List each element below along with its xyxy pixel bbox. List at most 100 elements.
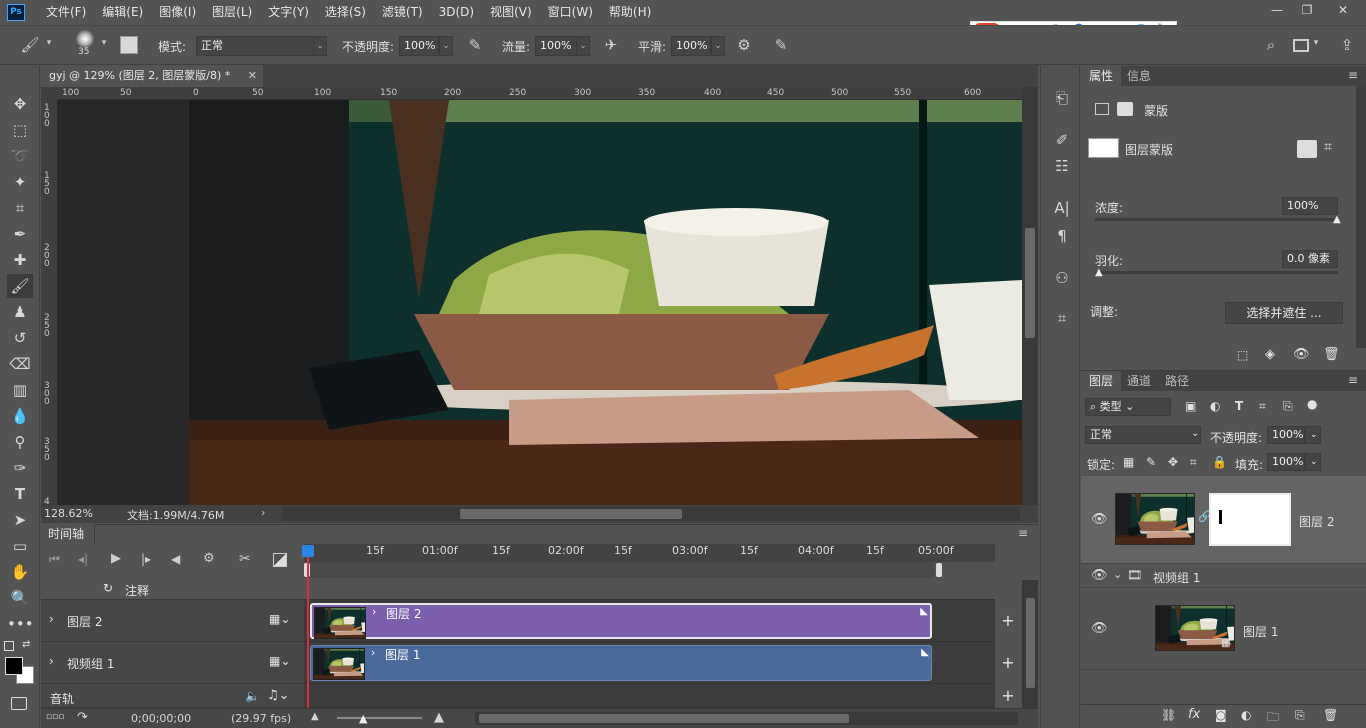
more-tools-icon[interactable]: ••• [7,612,34,636]
clone-source-icon[interactable]: ⚇ [1052,268,1072,288]
clip-expand-icon[interactable]: › [372,605,376,618]
clip-expand-icon[interactable]: › [371,646,375,659]
fill-input[interactable]: 100% [1267,453,1305,471]
menu-edit[interactable]: 编辑(E) [94,0,151,25]
close-button[interactable]: ✕ [1328,0,1358,22]
settings-gear-icon[interactable]: ⚙ [203,551,215,566]
frame-mode-icon[interactable]: ▫▫▫ [46,712,64,722]
expand-chevron-icon[interactable]: › [49,612,54,626]
delete-layer-icon[interactable]: 🗑 [1323,708,1338,722]
character-icon[interactable]: A| [1052,198,1072,218]
audio-track-row[interactable]: 音轨 🔈 ♫⌄ [41,684,304,708]
crop-tool-icon[interactable]: ⌗ [7,196,33,220]
split-scissors-icon[interactable]: ✂ [239,551,251,567]
gradient-tool-icon[interactable]: ▥ [7,378,33,402]
tab-paths[interactable]: 路径 [1157,371,1197,391]
brush-settings-icon[interactable]: ✐ [1052,130,1072,150]
filter-shape-icon[interactable]: ⌗ [1259,399,1266,414]
crop-panel-icon[interactable]: ⌗ [1052,308,1072,328]
healing-brush-icon[interactable]: ✚ [7,248,33,272]
eraser-icon[interactable]: ⌫ [7,352,33,376]
layer-row-layer1[interactable]: 👁 ▦ 图层 1 [1081,588,1366,670]
music-note-icon[interactable]: ♫⌄ [267,688,290,703]
opacity-dropdown-icon[interactable]: ⌄ [439,36,453,56]
zoom-out-icon[interactable]: ▲ [311,711,319,722]
menu-image[interactable]: 图像(I) [151,0,204,25]
menu-view[interactable]: 视图(V) [482,0,540,25]
work-area-end-handle[interactable] [936,563,942,577]
swap-colors-icon[interactable]: ⇄ [22,639,30,650]
smoothing-input[interactable]: 100% [671,36,711,56]
history-icon[interactable]: ⎗ [1052,88,1072,108]
brush-preset-dropdown-icon[interactable]: ▾ [99,38,109,48]
expand-chevron-icon[interactable]: › [49,654,54,668]
filter-smart-object-icon[interactable]: ⎘ [1283,399,1293,414]
filter-adjustment-icon[interactable]: ◐ [1210,399,1220,413]
lock-position-icon[interactable]: ✥ [1168,455,1178,469]
clip-menu-icon[interactable]: ◣ [920,606,928,617]
eyedropper-icon[interactable]: ✒ [7,222,33,246]
play-icon[interactable]: ▶ [111,551,121,566]
document-image[interactable] [189,100,1022,505]
layer-filter-select[interactable]: ⌕ 类型 ⌄ [1085,398,1171,416]
playhead-handle[interactable] [302,545,314,557]
canvas-horizontal-scroll-thumb[interactable] [460,509,682,519]
transition-icon[interactable] [273,553,287,567]
panel-menu-icon[interactable]: ≡ [1018,526,1028,540]
timeline-horizontal-thumb[interactable] [479,714,849,723]
magic-wand-icon[interactable]: ✦ [7,170,33,194]
add-mask-icon[interactable]: ◙ [1215,708,1227,722]
density-slider-thumb[interactable]: ▲ [1333,214,1341,225]
mode-select[interactable]: 正常 [196,36,314,56]
load-selection-icon[interactable]: ⬚ [1237,348,1248,362]
pen-tool-icon[interactable]: ✑ [7,456,33,480]
density-input[interactable]: 100% [1282,197,1338,215]
mode-dropdown-icon[interactable]: ⌄ [313,36,327,56]
annotation-icon[interactable]: ↻ [103,581,113,595]
add-media-button[interactable]: + [999,653,1017,672]
type-tool-icon[interactable]: T [7,482,33,506]
layer-row-layer2[interactable]: 👁 🔗 图层 2 [1081,476,1366,564]
brush-tool-icon[interactable]: 🖌 [7,274,33,298]
path-selection-icon[interactable]: ➤ [7,508,33,532]
status-menu-icon[interactable]: › [261,506,265,519]
pixel-mask-icon[interactable] [1095,103,1109,115]
visibility-eye-icon[interactable]: 👁 [1091,621,1108,636]
marquee-tool-icon[interactable]: ⬚ [7,118,33,142]
timeline-zoom-thumb[interactable]: ▲ [359,712,367,725]
pressure-size-icon[interactable]: ✎ [771,36,791,54]
minimize-button[interactable]: — [1262,0,1292,22]
film-icon[interactable]: ▦⌄ [269,654,290,668]
add-media-button[interactable]: + [999,611,1017,630]
opacity-input[interactable]: 100% [399,36,439,56]
dodge-tool-icon[interactable]: ⚲ [7,430,33,454]
timeline-scroll-thumb[interactable] [1026,598,1035,688]
link-layers-icon[interactable]: ⛓ [1161,708,1176,722]
filter-type-icon[interactable]: T [1235,399,1243,413]
brush-settings-icon[interactable] [120,36,138,54]
adjustments-icon[interactable]: ☷ [1052,156,1072,176]
brush-preview-icon[interactable] [76,30,94,48]
search-icon[interactable]: ⌕ [1261,36,1281,54]
menu-help[interactable]: 帮助(H) [601,0,659,25]
workspace-dropdown-icon[interactable]: ▾ [1311,38,1321,48]
vector-mask-icon[interactable] [1117,102,1133,116]
speaker-icon[interactable]: 🔈 [245,689,260,703]
density-slider[interactable] [1095,218,1338,221]
feather-slider[interactable] [1095,271,1338,274]
adjustment-layer-icon[interactable]: ◐ [1241,708,1251,722]
menu-select[interactable]: 选择(S) [317,0,374,25]
airbrush-icon[interactable]: ✈ [600,36,622,54]
menu-type[interactable]: 文字(Y) [260,0,317,25]
menu-3d[interactable]: 3D(D) [431,0,482,25]
add-vector-mask-icon[interactable]: ⌗ [1324,139,1332,155]
panel-menu-icon[interactable]: ≡ [1348,68,1358,82]
lock-pixels-icon[interactable]: ✎ [1146,455,1156,469]
clip-layer2[interactable]: › 图层 2 ◣ [310,603,932,639]
share-icon[interactable]: ⇪ [1337,36,1357,54]
move-tool-icon[interactable]: ✥ [7,92,33,116]
new-layer-icon[interactable]: ⎘ [1295,708,1305,723]
blend-mode-dropdown-icon[interactable]: ⌄ [1191,428,1199,439]
lasso-tool-icon[interactable]: ➰ [7,144,33,168]
quick-mask-icon[interactable] [11,697,27,710]
